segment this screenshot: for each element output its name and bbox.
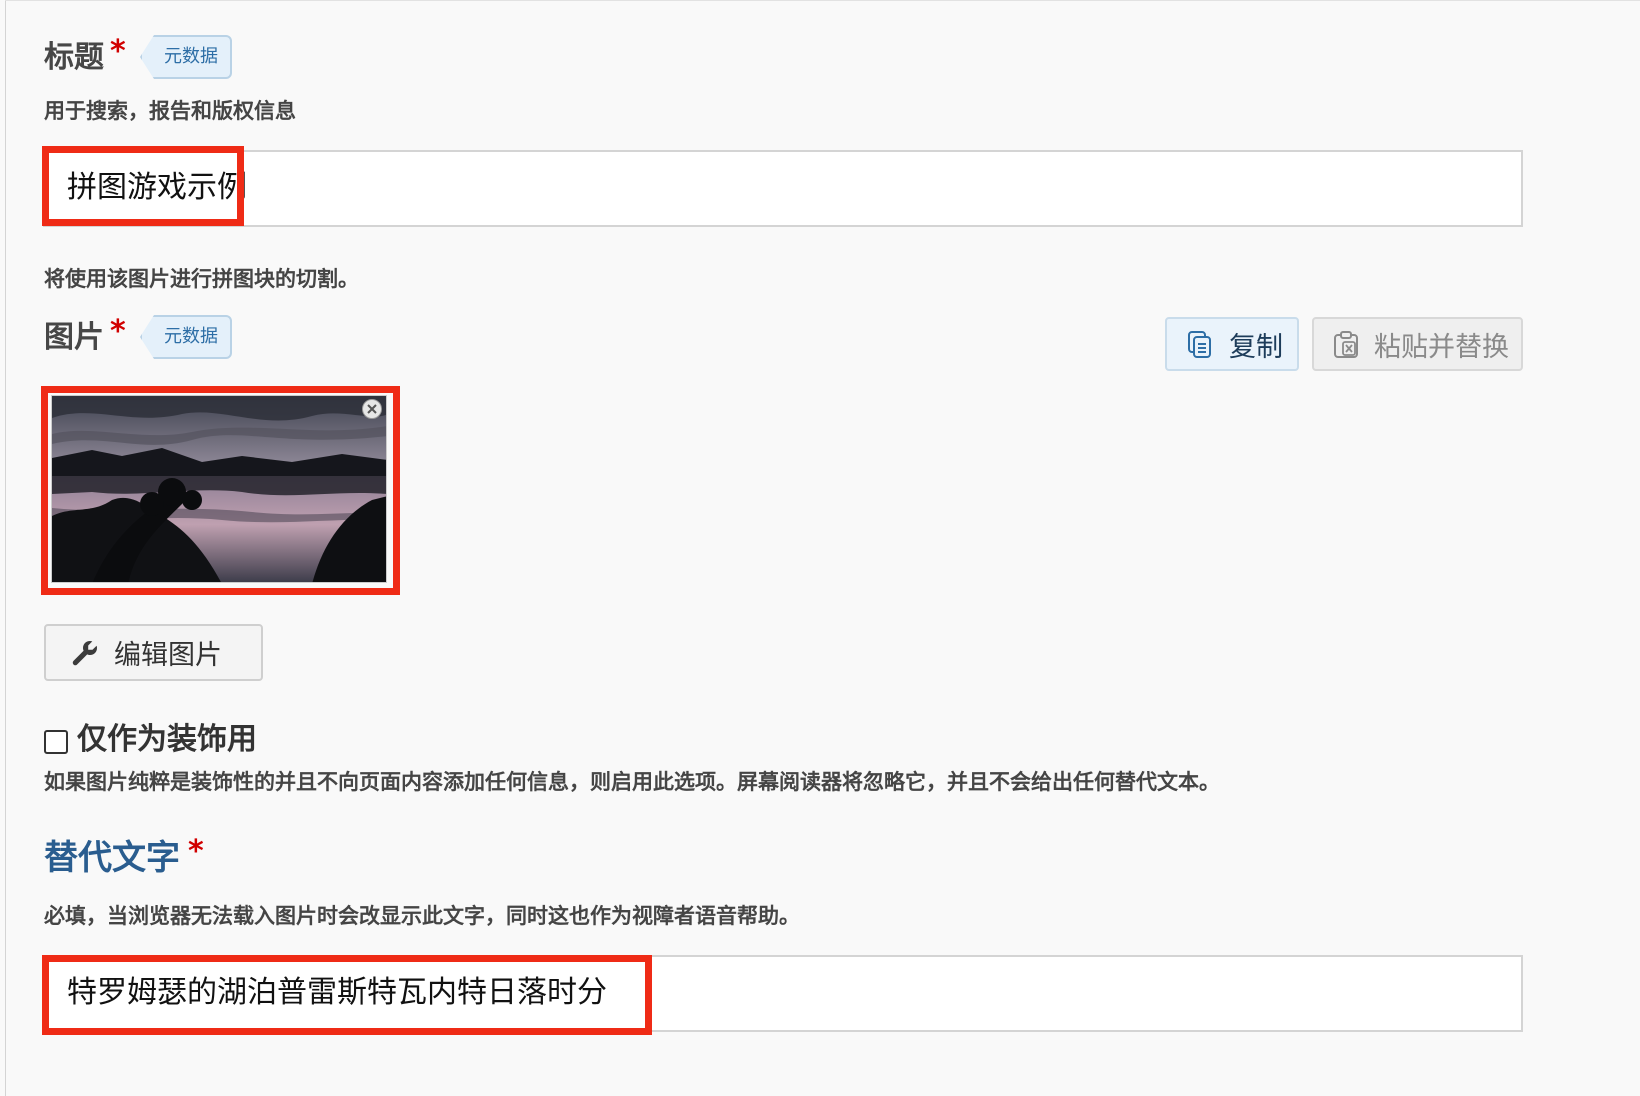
alt-text-required-mark: *	[188, 834, 204, 869]
alt-text-description: 必填，当浏览器无法载入图片时会改显示此文字，同时这也作为视障者语音帮助。	[44, 904, 800, 928]
edit-image-button[interactable]: 编辑图片	[44, 624, 263, 681]
paste-replace-button-label: 粘贴并替换	[1374, 331, 1509, 363]
paste-replace-button[interactable]: 粘贴并替换	[1312, 317, 1523, 371]
title-metadata-badge[interactable]: 元数据	[140, 35, 232, 79]
decorative-label[interactable]: 仅作为装饰用	[77, 725, 257, 755]
alt-text-label: 替代文字	[44, 838, 180, 878]
title-required-mark: *	[110, 34, 126, 69]
title-description: 用于搜索，报告和版权信息	[44, 99, 296, 123]
wrench-icon	[72, 640, 97, 665]
close-icon	[367, 404, 377, 414]
copy-button[interactable]: 复制	[1165, 317, 1299, 371]
image-metadata-badge[interactable]: 元数据	[140, 315, 232, 359]
decorative-description: 如果图片纯粹是装饰性的并且不向页面内容添加任何信息，则启用此选项。屏幕阅读器将忽…	[44, 770, 1220, 794]
page-top-border	[5, 0, 1640, 1]
remove-image-button[interactable]	[362, 399, 382, 419]
image-required-mark: *	[110, 314, 126, 349]
title-input[interactable]: 拼图游戏示例	[43, 150, 1523, 227]
copy-button-label: 复制	[1229, 331, 1283, 363]
title-label: 标题	[44, 40, 104, 75]
image-label: 图片	[44, 320, 104, 355]
image-pre-description: 将使用该图片进行拼图块的切割。	[44, 267, 359, 291]
decorative-checkbox[interactable]	[44, 730, 68, 754]
page-left-border	[5, 0, 6, 1096]
paste-icon	[1334, 331, 1358, 358]
copy-icon	[1188, 331, 1211, 358]
image-thumbnail[interactable]	[51, 395, 387, 583]
alt-text-input[interactable]: 特罗姆瑟的湖泊普雷斯特瓦内特日落时分	[43, 955, 1523, 1032]
sunset-lake-image	[52, 396, 386, 582]
edit-image-button-label: 编辑图片	[114, 640, 222, 671]
